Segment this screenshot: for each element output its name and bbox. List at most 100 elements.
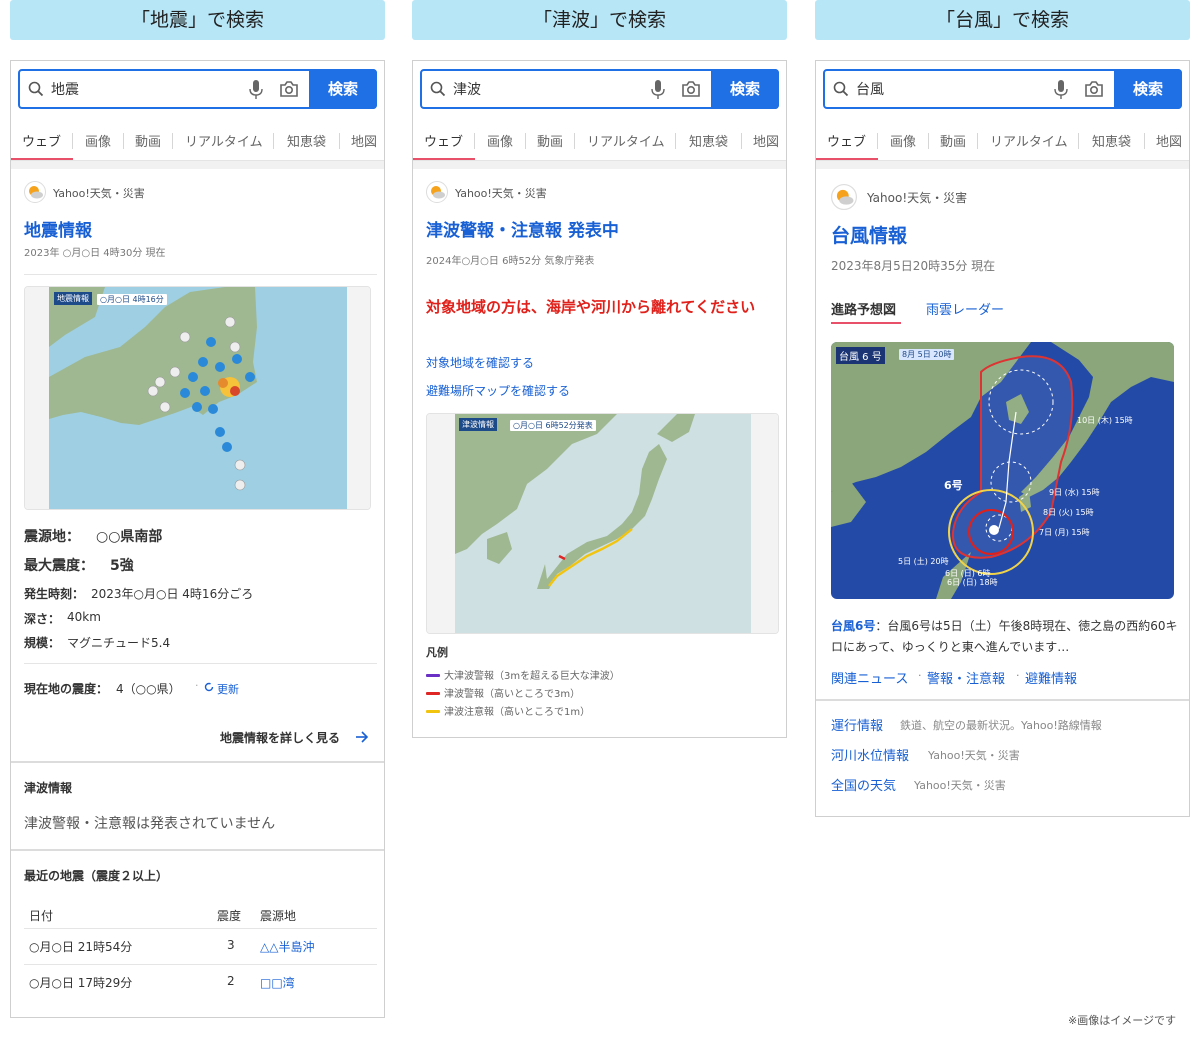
tab-separator xyxy=(675,133,676,149)
magnitude-label: 規模： xyxy=(24,636,61,650)
typhoon-summary-link[interactable]: 台風6号 xyxy=(831,619,875,633)
source-label[interactable]: Yahoo!天気・災害 xyxy=(867,189,967,206)
update-link[interactable]: 更新 xyxy=(217,681,239,697)
tab-separator xyxy=(1078,133,1079,149)
section-gap xyxy=(413,161,786,169)
map-badge: 津波情報 xyxy=(459,418,497,431)
forecast-point-label: 10日 (木) 15時 xyxy=(1077,416,1133,425)
occurred-label: 発生時刻： xyxy=(24,587,85,601)
tab-separator xyxy=(273,133,274,149)
depth-value: 40km xyxy=(67,610,101,624)
tab-separator xyxy=(977,133,978,149)
legend-title: 凡例 xyxy=(426,646,448,659)
arrow-right-icon[interactable] xyxy=(355,731,369,743)
search-input[interactable]: 台風 xyxy=(856,79,884,99)
evacuation-info-link[interactable]: 避難情報 xyxy=(1025,668,1077,687)
tab-realtime[interactable]: リアルタイム xyxy=(587,131,665,150)
result-title[interactable]: 津波警報・注意報 発表中 xyxy=(426,216,619,241)
section-gap xyxy=(11,161,384,169)
search-button[interactable]: 検索 xyxy=(309,69,377,109)
warnings-link[interactable]: 警報・注意報 xyxy=(927,668,1005,687)
earthquake-map[interactable]: 地震情報 ○月○日 4時16分 xyxy=(24,286,371,510)
subtab-underline xyxy=(831,322,901,324)
related-link-title[interactable]: 全国の天気 xyxy=(831,775,896,794)
tab-chiebukuro[interactable]: 知恵袋 xyxy=(287,131,326,150)
tab-map[interactable]: 地図 xyxy=(1156,131,1182,150)
tab-separator xyxy=(525,133,526,149)
tab-chiebukuro[interactable]: 知恵袋 xyxy=(1092,131,1131,150)
source-label[interactable]: Yahoo!天気・災害 xyxy=(455,185,547,201)
microphone-icon[interactable] xyxy=(248,79,264,101)
tab-map[interactable]: 地図 xyxy=(351,131,377,150)
tab-images[interactable]: 画像 xyxy=(85,131,111,150)
related-news-link[interactable]: 関連ニュース xyxy=(831,668,908,687)
refresh-icon[interactable] xyxy=(204,682,214,692)
search-input[interactable]: 地震 xyxy=(51,79,79,99)
subtab-rain-radar[interactable]: 雨雲レーダー xyxy=(926,299,1004,318)
search-bar[interactable]: 台風 検索 xyxy=(823,69,1182,109)
camera-icon[interactable] xyxy=(279,80,299,98)
typhoon-map-graphic xyxy=(831,342,1174,599)
microphone-icon[interactable] xyxy=(1053,79,1069,101)
tab-web[interactable]: ウェブ xyxy=(424,131,463,150)
map-badge: 台風 6 号 xyxy=(836,347,885,364)
dot-separator: · xyxy=(918,669,922,682)
section-divider xyxy=(11,849,384,851)
result-title[interactable]: 台風情報 xyxy=(831,221,907,248)
tab-separator xyxy=(72,133,73,149)
search-result-panel: 津波 検索 ウェブ 画像 動画 リアルタイム 知恵袋 地図 Yahoo!天気・災… xyxy=(412,60,787,738)
tab-chiebukuro[interactable]: 知恵袋 xyxy=(689,131,728,150)
table-header-intensity: 震度 xyxy=(217,909,242,923)
alert-message: 対象地域の方は、海岸や河川から離れてください xyxy=(426,298,756,316)
related-link-title[interactable]: 運行情報 xyxy=(831,715,883,734)
related-link-title[interactable]: 河川水位情報 xyxy=(831,745,909,764)
tab-images[interactable]: 画像 xyxy=(890,131,916,150)
tab-images[interactable]: 画像 xyxy=(487,131,513,150)
timestamp: 2023年 ○月○日 4時30分 現在 xyxy=(24,248,166,259)
tab-separator xyxy=(1144,133,1145,149)
details-link[interactable]: 地震情報を詳しく見る xyxy=(220,729,340,746)
magnitude-value: マグニチュード5.4 xyxy=(67,636,171,650)
tab-web[interactable]: ウェブ xyxy=(22,131,61,150)
earthquake-map-graphic xyxy=(25,287,370,509)
table-cell-date: ○月○日 17時29分 xyxy=(29,976,133,990)
typhoon-column: 「台風」で検索 台風 検索 ウェブ 画像 動画 リアルタイム 知恵袋 地図 Ya… xyxy=(815,0,1190,817)
check-area-link[interactable]: 対象地域を確認する xyxy=(426,354,534,371)
evacuation-map-link[interactable]: 避難場所マップを確認する xyxy=(426,382,570,399)
table-cell-date: ○月○日 21時54分 xyxy=(29,940,133,954)
forecast-point-label: 7日 (月) 15時 xyxy=(1039,528,1090,537)
camera-icon[interactable] xyxy=(681,80,701,98)
microphone-icon[interactable] xyxy=(650,79,666,101)
search-button[interactable]: 検索 xyxy=(711,69,779,109)
weather-sun-cloud-icon xyxy=(24,181,46,203)
search-icon xyxy=(28,81,44,97)
max-intensity-label: 最大震度： xyxy=(24,558,94,574)
search-button[interactable]: 検索 xyxy=(1114,69,1182,109)
tab-video[interactable]: 動画 xyxy=(135,131,161,150)
table-cell-epicenter[interactable]: □□湾 xyxy=(260,974,295,991)
timestamp: 2023年8月5日20時35分 現在 xyxy=(831,259,996,273)
table-cell-epicenter[interactable]: △△半島沖 xyxy=(260,938,314,955)
tab-separator xyxy=(339,133,340,149)
tab-separator xyxy=(172,133,173,149)
tab-separator xyxy=(877,133,878,149)
tab-realtime[interactable]: リアルタイム xyxy=(185,131,263,150)
tsunami-map[interactable]: 津波情報 ○月○日 6時52分発表 xyxy=(426,413,779,634)
camera-icon[interactable] xyxy=(1084,80,1104,98)
subtab-forecast-path[interactable]: 進路予想図 xyxy=(831,299,896,318)
result-title[interactable]: 地震情報 xyxy=(24,216,92,241)
legend-swatch-major xyxy=(426,674,440,677)
search-bar[interactable]: 地震 検索 xyxy=(18,69,377,109)
divider xyxy=(24,663,377,664)
typhoon-forecast-map[interactable]: 台風 6 号 8月 5日 20時 6号 10日 (木) 15時 9日 (水) 1… xyxy=(831,342,1174,599)
source-label[interactable]: Yahoo!天気・災害 xyxy=(53,185,145,201)
tab-web[interactable]: ウェブ xyxy=(827,131,866,150)
tab-realtime[interactable]: リアルタイム xyxy=(990,131,1068,150)
active-tab-indicator xyxy=(816,158,878,160)
tab-map[interactable]: 地図 xyxy=(753,131,779,150)
search-input[interactable]: 津波 xyxy=(453,79,481,99)
tab-video[interactable]: 動画 xyxy=(537,131,563,150)
occurred-value: 2023年○月○日 4時16分ごろ xyxy=(91,587,254,601)
tab-video[interactable]: 動画 xyxy=(940,131,966,150)
search-bar[interactable]: 津波 検索 xyxy=(420,69,779,109)
